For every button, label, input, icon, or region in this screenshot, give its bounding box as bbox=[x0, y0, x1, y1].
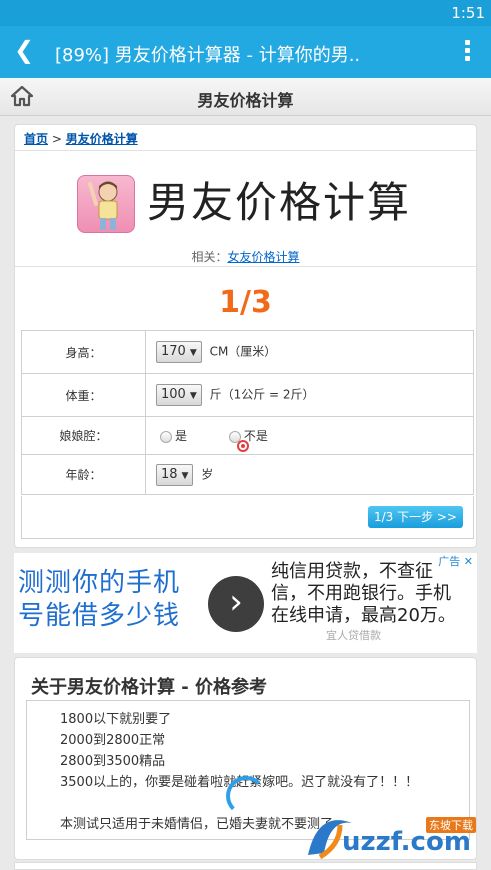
radio-circle-icon bbox=[160, 430, 172, 443]
ad-label[interactable]: 广告 ✕ bbox=[438, 553, 473, 569]
page-title: 男友价格计算 bbox=[197, 91, 294, 110]
chevron-down-icon: ▼ bbox=[189, 348, 197, 358]
ad-description: 纯信用贷款，不查征 信，不用跑银行。手机 在线申请，最高20万。 bbox=[271, 561, 456, 626]
calculator-title: 男友价格计算 bbox=[147, 178, 412, 227]
weight-unit: 斤（1公斤 = 2斤） bbox=[209, 387, 315, 402]
watermark-text: uzzf.com bbox=[342, 827, 471, 857]
ad-arrow-icon[interactable]: › bbox=[208, 576, 264, 632]
voice-label: 娘娘腔： bbox=[21, 416, 146, 455]
back-arrow-icon[interactable]: ❮ bbox=[14, 36, 34, 64]
breadcrumb: 首页 > 男友价格计算 bbox=[24, 132, 138, 146]
reference-line: 2000到2800正常 bbox=[60, 733, 166, 748]
height-label: 身高： bbox=[21, 330, 146, 374]
breadcrumb-home-link[interactable]: 首页 bbox=[24, 132, 48, 146]
ad-brand: 宜人贷借款 bbox=[326, 629, 381, 642]
about-title: 关于男友价格计算 - 价格参考 bbox=[31, 677, 268, 698]
app-bar: ❮ [89%] 男友价格计算器 - 计算你的男.. bbox=[0, 26, 491, 78]
page-header: 男友价格计算 bbox=[0, 78, 491, 116]
radio-yes[interactable]: 是 bbox=[160, 429, 187, 443]
weight-select[interactable]: 100 ▼ bbox=[156, 384, 202, 406]
age-label: 年龄： bbox=[21, 454, 146, 495]
app-logo-icon bbox=[77, 175, 135, 233]
loading-spinner-icon bbox=[226, 776, 266, 816]
breadcrumb-current-link[interactable]: 男友价格计算 bbox=[66, 132, 138, 146]
app-bar-title: [89%] 男友价格计算器 - 计算你的男.. bbox=[55, 45, 361, 66]
chevron-down-icon: ▼ bbox=[189, 391, 197, 401]
close-icon: ✕ bbox=[463, 555, 473, 568]
weight-label: 体重： bbox=[21, 373, 146, 417]
ad-headline: 测测你的手机 号能借多少钱 bbox=[18, 568, 181, 631]
form-row-voice: 娘娘腔： 是 不是 bbox=[21, 416, 474, 455]
age-select[interactable]: 18 ▼ bbox=[156, 463, 194, 486]
form-row-weight: 体重： 100 ▼ 斤（1公斤 = 2斤） bbox=[21, 373, 474, 417]
overflow-menu-icon[interactable] bbox=[465, 40, 471, 64]
watermark-logo: 东坡下载 uzzf.com bbox=[300, 805, 490, 865]
age-unit: 岁 bbox=[201, 467, 214, 481]
radio-no[interactable]: 不是 bbox=[228, 429, 268, 452]
related-girlfriend-link[interactable]: 女友价格计算 bbox=[228, 250, 300, 264]
touch-indicator-icon bbox=[236, 440, 249, 452]
divider bbox=[15, 150, 476, 151]
height-select[interactable]: 170 ▼ bbox=[156, 341, 202, 363]
next-step-button[interactable]: 1/3 下一步 >> bbox=[367, 506, 463, 528]
status-time: 1:51 bbox=[451, 4, 485, 22]
reference-line: 1800以下就别要了 bbox=[60, 712, 172, 727]
calculator-form: 身高： 170 ▼ CM（厘米） 体重： 100 ▼ 斤（1公斤 = 2斤） 娘娘腔… bbox=[21, 330, 474, 495]
status-bar: 1:51 bbox=[0, 0, 491, 26]
step-indicator: 1/3 bbox=[219, 285, 272, 320]
form-footer: 1/3 下一步 >> bbox=[21, 496, 474, 539]
calculator-card: 首页 > 男友价格计算 男友价格计算 相关：女友价格计算 1/3 身高： 170… bbox=[14, 124, 477, 548]
related-links: 相关：女友价格计算 bbox=[191, 250, 300, 264]
form-row-height: 身高： 170 ▼ CM（厘米） bbox=[21, 330, 474, 374]
advertisement-banner[interactable]: 测测你的手机 号能借多少钱 › 纯信用贷款，不查征 信，不用跑银行。手机 在线申… bbox=[14, 553, 477, 653]
form-row-age: 年龄： 18 ▼ 岁 bbox=[21, 454, 474, 495]
height-unit: CM（厘米） bbox=[209, 344, 277, 359]
chevron-down-icon: ▼ bbox=[181, 470, 189, 481]
divider bbox=[15, 266, 476, 267]
reference-line: 2800到3500精品 bbox=[60, 754, 166, 769]
